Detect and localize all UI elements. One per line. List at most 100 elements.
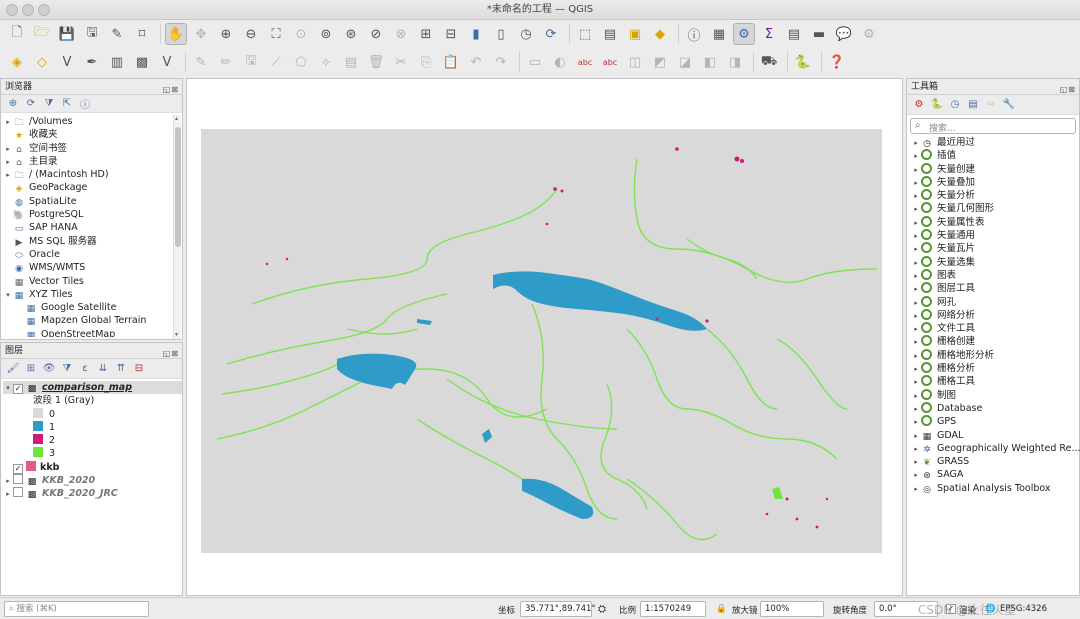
zoom-full-icon[interactable]: ⛶ bbox=[265, 23, 287, 45]
browser-item[interactable]: ▶ MS SQL 服务器 bbox=[3, 235, 182, 248]
save-edits-icon[interactable]: 🖫 bbox=[240, 51, 262, 73]
toolbox-group[interactable]: ▸ GPS bbox=[911, 415, 1079, 428]
minimize-window-button[interactable] bbox=[22, 4, 34, 16]
browser-item[interactable]: ▸ 🗀 / (Macintosh HD) bbox=[3, 168, 182, 181]
toolbox-group[interactable]: ▸ 矢量几何图形 bbox=[911, 202, 1079, 215]
expand-arrow-icon[interactable]: ▸ bbox=[911, 217, 921, 230]
add-group-icon[interactable]: ⊞ bbox=[23, 363, 39, 374]
legend-item[interactable]: 2 bbox=[3, 434, 182, 447]
refresh-icon[interactable]: ⟳ bbox=[23, 98, 39, 109]
processing-toolbox-icon[interactable]: ⚙ bbox=[733, 23, 755, 45]
undo-icon[interactable]: ↶ bbox=[465, 51, 487, 73]
magnifier-field[interactable]: 100% bbox=[760, 601, 824, 617]
change-label-icon[interactable]: ◧ bbox=[699, 51, 721, 73]
expand-arrow-icon[interactable]: ▸ bbox=[911, 323, 921, 336]
help-icon[interactable]: ❓ bbox=[826, 51, 848, 73]
toolbox-group[interactable]: ▸ 栅格分析 bbox=[911, 362, 1079, 375]
zoom-last-icon[interactable]: ⊘ bbox=[365, 23, 387, 45]
toolbox-group[interactable]: ▸ 网孔 bbox=[911, 295, 1079, 309]
expand-arrow-icon[interactable]: ▸ bbox=[911, 150, 921, 163]
map-canvas[interactable] bbox=[186, 78, 903, 596]
expand-arrow-icon[interactable]: ▸ bbox=[911, 336, 921, 349]
layer-row-kkb-2020-jrc[interactable]: ▸ ▩ KKB_2020_JRC bbox=[3, 487, 182, 500]
remove-layer-icon[interactable]: ⊟ bbox=[131, 363, 147, 374]
scale-field[interactable]: 1:1570249 bbox=[640, 601, 706, 617]
coordinate-field[interactable]: 35.771°,89.741° bbox=[520, 601, 596, 617]
tree-arrow-icon[interactable]: ▸ bbox=[3, 116, 13, 129]
expand-arrow-icon[interactable]: ▸ bbox=[911, 469, 921, 482]
add-vector-icon[interactable]: ◈ bbox=[6, 51, 28, 73]
panel-float-close-icon[interactable]: ◱⊠ bbox=[1060, 82, 1076, 98]
map-tips-icon[interactable]: 💬 bbox=[833, 23, 855, 45]
new-project-icon[interactable]: 🗋 bbox=[6, 23, 28, 45]
toolbox-provider[interactable]: ▸ ✲ Geographically Weighted Re... bbox=[911, 442, 1080, 455]
locator-search-input[interactable]: ⌕ 搜索 (⌘K) bbox=[4, 601, 149, 617]
toolbox-group[interactable]: ▸ 制图 bbox=[911, 388, 1079, 402]
toolbox-provider[interactable]: ▸ ❦ GRASS bbox=[911, 455, 1079, 468]
browser-item[interactable]: ⬭ Oracle bbox=[3, 248, 182, 261]
toolbox-group[interactable]: ▸ 矢量属性表 bbox=[911, 215, 1079, 230]
deselect-icon[interactable]: ▣ bbox=[624, 23, 646, 45]
expand-all-icon[interactable]: ⇊ bbox=[95, 363, 111, 374]
edit-features-icon[interactable]: ⇨ bbox=[983, 99, 999, 110]
expand-arrow-icon[interactable]: ▸ bbox=[3, 475, 13, 488]
zoom-selection-icon[interactable]: ⊙ bbox=[290, 23, 312, 45]
tree-arrow-icon[interactable]: ▾ bbox=[3, 289, 13, 302]
filter-legend-icon[interactable]: ⧩ bbox=[59, 363, 75, 374]
toolbox-group[interactable]: ▸ 矢量选集 bbox=[911, 255, 1079, 270]
legend-item[interactable]: 1 bbox=[3, 420, 182, 434]
zoom-window-button[interactable] bbox=[38, 4, 50, 16]
save-as-icon[interactable]: 🖫 bbox=[81, 23, 103, 45]
toolbox-group[interactable]: ▸ 图表 bbox=[911, 268, 1079, 283]
collapse-all-icon[interactable]: ⇱ bbox=[59, 98, 75, 109]
gps-car-icon[interactable]: ⛟ bbox=[758, 51, 780, 73]
toolbox-group[interactable]: ▸ 文件工具 bbox=[911, 322, 1079, 335]
expand-arrow-icon[interactable]: ▸ bbox=[911, 257, 921, 270]
field-calculator-icon[interactable]: ▤ bbox=[783, 23, 805, 45]
measure-icon[interactable]: ▬ bbox=[808, 23, 830, 45]
python-console-icon[interactable]: 🐍 bbox=[792, 51, 814, 73]
legend-item[interactable]: 3 bbox=[3, 447, 182, 460]
highlight-label-icon[interactable]: ◫ bbox=[624, 51, 646, 73]
show-bookmarks-icon[interactable]: ⊟ bbox=[440, 23, 462, 45]
add-line-icon[interactable]: ⟋ bbox=[265, 51, 287, 73]
browser-item[interactable]: ◉ WMS/WMTS bbox=[3, 261, 182, 274]
manage-visibility-icon[interactable]: 👁 bbox=[41, 363, 57, 374]
toolbox-search-input[interactable]: ⌕ 搜索... bbox=[910, 118, 1076, 134]
panel-float-close-icon[interactable]: ◱⊠ bbox=[163, 346, 179, 362]
toolbox-group[interactable]: ▸ 矢量分析 bbox=[911, 189, 1079, 202]
layer-visibility-checkbox[interactable] bbox=[13, 487, 23, 498]
zoom-native-icon[interactable]: ⊛ bbox=[340, 23, 362, 45]
add-gpkg-icon[interactable]: ◇ bbox=[31, 51, 53, 73]
open-project-icon[interactable]: 🗁 bbox=[31, 23, 53, 45]
expand-arrow-icon[interactable]: ▸ bbox=[911, 270, 921, 283]
browser-item[interactable]: ◈ GeoPackage bbox=[3, 181, 182, 194]
legend-item[interactable]: 0 bbox=[3, 407, 182, 421]
browser-item[interactable]: ◍ SpatiaLite bbox=[3, 195, 182, 208]
toolbox-provider[interactable]: ▸ ⊛ SAGA bbox=[911, 468, 1079, 481]
delete-icon[interactable]: 🗑 bbox=[365, 51, 387, 73]
select-value-icon[interactable]: ▤ bbox=[599, 23, 621, 45]
zoom-out-icon[interactable]: ⊖ bbox=[240, 23, 262, 45]
layer-row-comparison-map[interactable]: ▾ ✓ ▩ comparison_map bbox=[3, 381, 182, 395]
move-label-icon[interactable]: ◩ bbox=[649, 51, 671, 73]
toolbox-group[interactable]: ▸ 栅格创建 bbox=[911, 335, 1079, 348]
modify-attr-icon[interactable]: ▤ bbox=[340, 51, 362, 73]
browser-item[interactable]: ▦ Google Satellite bbox=[3, 301, 182, 314]
show-hide-label-icon[interactable]: ◨ bbox=[724, 51, 746, 73]
copy-icon[interactable]: ⎘ bbox=[415, 51, 437, 73]
layer-visibility-checkbox[interactable]: ✓ bbox=[13, 384, 23, 394]
toolbox-group[interactable]: ▸ 图层工具 bbox=[911, 282, 1079, 295]
expand-arrow-icon[interactable]: ▸ bbox=[911, 416, 921, 429]
toolbox-item-recent[interactable]: ▸ ◷ 最近用过 bbox=[911, 136, 1079, 149]
expand-arrow-icon[interactable]: ▸ bbox=[911, 203, 921, 216]
add-virtual-layer-icon[interactable]: ▥ bbox=[106, 51, 128, 73]
expand-arrow-icon[interactable]: ▸ bbox=[911, 164, 921, 177]
expand-arrow-icon[interactable]: ▸ bbox=[911, 310, 921, 323]
options-icon[interactable]: 🔧 bbox=[1001, 99, 1017, 110]
toggle-extent-icon[interactable]: ⛭ bbox=[598, 604, 606, 615]
toolbox-group[interactable]: ▸ 插值 bbox=[911, 149, 1079, 162]
toolbox-group[interactable]: ▸ 矢量通用 bbox=[911, 229, 1079, 242]
add-delimited-icon[interactable]: V bbox=[56, 51, 78, 73]
vertex-tool-icon[interactable]: ⟡ bbox=[315, 51, 337, 73]
